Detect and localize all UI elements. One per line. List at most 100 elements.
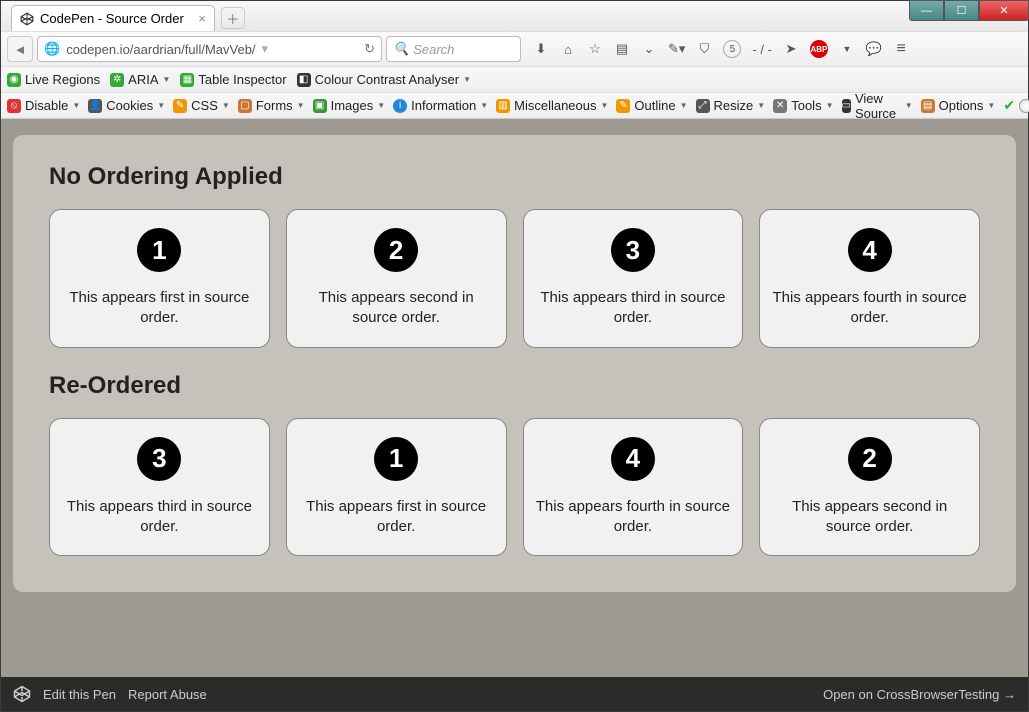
tools-icon: ✕ — [773, 99, 787, 113]
edit-pen-link[interactable]: Edit this Pen — [43, 687, 116, 702]
check-icon[interactable]: ✔ — [1003, 97, 1015, 114]
search-icon: 🔍 — [393, 41, 409, 57]
live-regions-button[interactable]: ◉ Live Regions — [7, 72, 100, 87]
forms-menu[interactable]: ▢Forms▼ — [238, 98, 305, 113]
info-icon: i — [393, 99, 407, 113]
open-cbt-link[interactable]: Open on CrossBrowserTesting → — [823, 687, 1016, 702]
information-label: Information — [411, 98, 476, 113]
toolbar-status: ✔ — [1003, 97, 1029, 114]
globe-icon: 🌐 — [44, 41, 60, 57]
adblock-icon[interactable]: ABP — [810, 40, 828, 58]
view-source-menu[interactable]: ▭View Source▼ — [842, 91, 913, 121]
close-window-button[interactable]: ✕ — [979, 0, 1029, 21]
cookies-menu[interactable]: 👤Cookies▼ — [88, 98, 165, 113]
aria-label: ARIA — [128, 72, 158, 87]
row-reordered: 3This appears third in source order. 1Th… — [49, 418, 980, 557]
card[interactable]: 4This appears fourth in source order. — [523, 418, 744, 557]
resize-menu[interactable]: ⤢Resize▼ — [696, 98, 766, 113]
back-button[interactable]: ◄ — [7, 36, 33, 62]
colour-contrast-button[interactable]: ◧Colour Contrast Analyser▼ — [297, 72, 471, 87]
navbar: ◄ 🌐 codepen.io/aardrian/full/MavVeb/ ▾ ↻… — [1, 31, 1028, 67]
card-text: This appears fourth in source order. — [534, 497, 733, 538]
information-menu[interactable]: iInformation▼ — [393, 98, 488, 113]
contrast-icon: ◧ — [297, 73, 311, 87]
card-number: 4 — [848, 228, 892, 272]
card[interactable]: 3This appears third in source order. — [523, 209, 744, 348]
pocket-icon[interactable]: ⌄ — [641, 41, 657, 57]
chevron-down-icon[interactable]: ▼ — [839, 44, 855, 54]
search-placeholder: Search — [413, 42, 454, 57]
clipboard-icon: ▢ — [238, 99, 252, 113]
card[interactable]: 1 This appears first in source order. — [49, 209, 270, 348]
tools-menu[interactable]: ✕Tools▼ — [773, 98, 833, 113]
disable-icon: ⦸ — [7, 99, 21, 113]
shield-icon[interactable]: ⛉ — [696, 41, 712, 57]
codepen-icon — [20, 12, 34, 26]
card[interactable]: 4 This appears fourth in source order. — [759, 209, 980, 348]
report-abuse-link[interactable]: Report Abuse — [128, 687, 207, 702]
card-number: 2 — [374, 228, 418, 272]
minimize-button[interactable]: — — [909, 0, 944, 21]
card[interactable]: 3This appears third in source order. — [49, 418, 270, 557]
cookies-label: Cookies — [106, 98, 153, 113]
card-text: This appears third in source order. — [60, 497, 259, 538]
card-text: This appears fourth in source order. — [770, 288, 969, 329]
pencil-icon: ✎ — [616, 99, 630, 113]
home-icon[interactable]: ⌂ — [560, 42, 576, 57]
webdev-toolbar: ⦸Disable▼ 👤Cookies▼ ✎CSS▼ ▢Forms▼ ▣Image… — [1, 93, 1028, 119]
css-menu[interactable]: ✎CSS▼ — [173, 98, 230, 113]
card[interactable]: 2 This appears second in source order. — [286, 209, 507, 348]
book-icon: ▥ — [496, 99, 510, 113]
disable-label: Disable — [25, 98, 68, 113]
images-menu[interactable]: ▣Images▼ — [313, 98, 386, 113]
card-number: 1 — [374, 437, 418, 481]
maximize-button[interactable]: ☐ — [944, 0, 979, 21]
bookmark-star-icon[interactable]: ☆ — [587, 41, 603, 57]
card[interactable]: 2This appears second in source order. — [759, 418, 980, 557]
menu-icon[interactable]: ≡ — [893, 40, 909, 58]
disable-menu[interactable]: ⦸Disable▼ — [7, 98, 80, 113]
tab-title: CodePen - Source Order — [40, 11, 184, 26]
codepen-logo-icon[interactable] — [13, 685, 31, 703]
send-icon[interactable]: ➤ — [783, 41, 799, 57]
card-text: This appears first in source order. — [60, 288, 259, 329]
card-text: This appears second in source order. — [770, 497, 969, 538]
status-dot[interactable] — [1019, 99, 1029, 113]
new-tab-button[interactable]: ＋ — [221, 7, 245, 29]
card-number: 1 — [137, 228, 181, 272]
table-inspector-label: Table Inspector — [198, 72, 286, 87]
card[interactable]: 1This appears first in source order. — [286, 418, 507, 557]
chevron-down-icon: ▼ — [163, 75, 171, 84]
card-text: This appears second in source order. — [297, 288, 496, 329]
heading-no-ordering: No Ordering Applied — [49, 163, 980, 191]
user-icon: 👤 — [88, 99, 102, 113]
reload-icon[interactable]: ↻ — [364, 41, 375, 57]
url-bar[interactable]: 🌐 codepen.io/aardrian/full/MavVeb/ ▾ ↻ — [37, 36, 382, 62]
close-tab-icon[interactable]: × — [198, 11, 206, 26]
url-text: codepen.io/aardrian/full/MavVeb/ — [66, 42, 255, 57]
wave-icon: ◉ — [7, 73, 21, 87]
session-counter[interactable]: 5 — [723, 40, 741, 58]
options-icon: ▤ — [921, 99, 935, 113]
aria-button[interactable]: ✲ARIA▼ — [110, 72, 170, 87]
reader-icon[interactable]: ▤ — [614, 41, 630, 57]
image-icon: ▣ — [313, 99, 327, 113]
browser-tab[interactable]: CodePen - Source Order × — [11, 5, 215, 31]
outline-menu[interactable]: ✎Outline▼ — [616, 98, 687, 113]
table-inspector-button[interactable]: ▦ Table Inspector — [180, 72, 286, 87]
outline-label: Outline — [634, 98, 675, 113]
dropdown-icon[interactable]: ▾ — [262, 41, 269, 57]
search-box[interactable]: 🔍 Search — [386, 36, 521, 62]
images-label: Images — [331, 98, 374, 113]
chat-icon[interactable]: 💬 — [866, 41, 882, 57]
options-menu[interactable]: ▤Options▼ — [921, 98, 996, 113]
window-controls: — ☐ ✕ — [909, 0, 1029, 21]
grid-icon: ▦ — [180, 73, 194, 87]
live-regions-label: Live Regions — [25, 72, 100, 87]
misc-menu[interactable]: ▥Miscellaneous▼ — [496, 98, 608, 113]
monitor-icon: ▭ — [842, 99, 851, 113]
card-text: This appears third in source order. — [534, 288, 733, 329]
eyedropper-icon[interactable]: ✎▾ — [668, 41, 685, 57]
tools-label: Tools — [791, 98, 821, 113]
downloads-icon[interactable]: ⬇ — [533, 41, 549, 57]
